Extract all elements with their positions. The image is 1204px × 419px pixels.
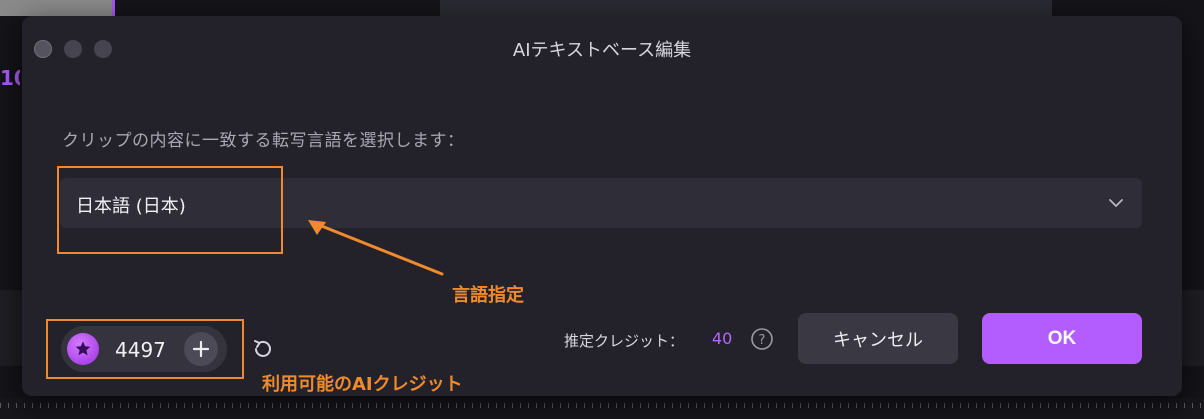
- background-selection-border: [112, 0, 115, 16]
- language-highlight-box: [57, 166, 283, 254]
- ok-button[interactable]: OK: [982, 313, 1142, 364]
- dialog-title: AIテキストベース編集: [512, 40, 692, 61]
- svg-text:?: ?: [759, 333, 766, 348]
- credit-annotation: 利用可能のAIクレジット: [262, 374, 463, 395]
- timeline-ruler: [0, 398, 1204, 419]
- background-strip-right: [1182, 290, 1204, 366]
- annotation-arrow: [308, 220, 444, 276]
- chevron-down-icon: [1109, 199, 1123, 207]
- estimated-credit-label: 推定クレジット：: [564, 332, 685, 350]
- background-thumbnail: [0, 0, 112, 16]
- ai-text-edit-dialog: AIテキストベース編集 クリップの内容に一致する転写言語を選択します： 日本語 …: [22, 16, 1182, 396]
- language-annotation: 言語指定: [452, 285, 524, 306]
- language-prompt: クリップの内容に一致する転写言語を選択します：: [62, 131, 465, 151]
- estimated-credit-value: 40: [712, 329, 733, 348]
- background-partial-text: 10: [0, 66, 20, 90]
- cancel-button[interactable]: キャンセル: [798, 313, 958, 364]
- question-icon[interactable]: ?: [750, 327, 774, 351]
- background-panel: [440, 0, 1052, 16]
- refresh-icon[interactable]: [250, 336, 276, 362]
- credit-highlight-box: [46, 319, 244, 379]
- background-strip-left: [0, 290, 22, 366]
